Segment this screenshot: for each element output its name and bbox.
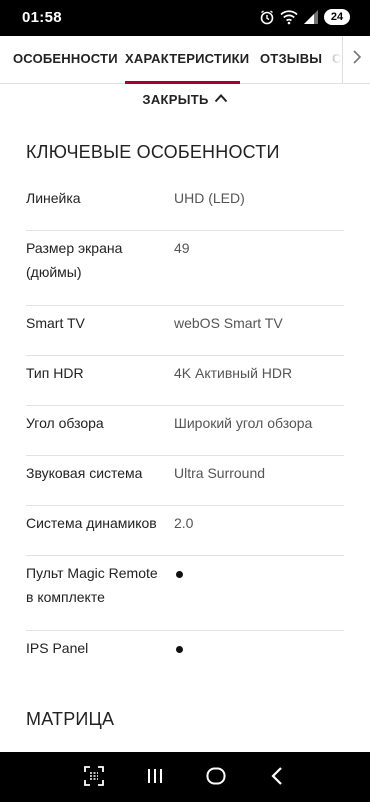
spec-row: Линейка UHD (LED) <box>26 181 344 231</box>
spec-label: Система динамиков <box>26 515 157 531</box>
spec-value <box>174 561 344 585</box>
status-icons: 24 <box>259 9 350 25</box>
spec-row: Пульт Magic Remote в комплекте <box>26 556 344 631</box>
close-label: ЗАКРЫТЬ <box>142 91 209 107</box>
spec-label: Линейка <box>26 190 81 206</box>
back-icon <box>268 766 286 791</box>
spec-value: webOS Smart TV <box>174 315 283 331</box>
wifi-icon <box>280 9 298 25</box>
section-title-matrix: МАТРИЦА <box>26 709 115 729</box>
included-dot-icon <box>176 571 183 578</box>
status-bar: 01:58 24 <box>0 0 370 36</box>
spec-label: Пульт Magic Remote в комплекте <box>26 565 158 605</box>
chevron-up-icon <box>214 90 228 108</box>
close-specs-toggle[interactable]: ЗАКРЫТЬ <box>0 88 370 110</box>
screenshot-scan-icon <box>83 765 105 792</box>
spec-row: Звуковая система Ultra Surround <box>26 456 344 506</box>
spec-row: Размер экрана (дюймы) 49 <box>26 231 344 306</box>
tab-features[interactable]: ОСОБЕННОСТИ <box>13 51 118 66</box>
tab-fade <box>322 36 342 83</box>
included-dot-icon <box>176 646 183 653</box>
spec-value: 4K Активный HDR <box>174 365 293 381</box>
status-time: 01:58 <box>22 9 62 26</box>
chevron-right-icon <box>352 50 362 69</box>
system-nav-bar <box>0 752 370 802</box>
signal-icon <box>303 9 319 25</box>
spec-value: Ultra Surround <box>174 465 266 481</box>
spec-label: Smart TV <box>26 315 85 331</box>
tab-reviews[interactable]: ОТЗЫВЫ <box>260 51 322 66</box>
spec-label: Размер экрана (дюймы) <box>26 240 123 280</box>
spec-row: Угол обзора Широкий угол обзора <box>26 406 344 456</box>
home-icon <box>205 765 227 792</box>
alarm-icon <box>259 9 275 25</box>
spec-label: Тип HDR <box>26 365 84 381</box>
tab-scroll-button[interactable] <box>342 36 370 83</box>
recents-icon <box>145 766 165 791</box>
battery-icon: 24 <box>324 9 350 25</box>
section-title-key-features: КЛЮЧЕВЫЕ ОСОБЕННОСТИ <box>26 142 280 162</box>
active-tab-indicator <box>125 81 240 84</box>
spec-label: Угол обзора <box>26 415 104 431</box>
spec-value: 49 <box>174 240 190 256</box>
home-button[interactable] <box>204 766 228 790</box>
back-button[interactable] <box>265 766 289 790</box>
spec-value: UHD (LED) <box>174 190 245 206</box>
spec-label: Звуковая система <box>26 465 143 481</box>
spec-row: Система динамиков 2.0 <box>26 506 344 556</box>
spec-value: 2.0 <box>174 515 194 531</box>
screenshot-scan-button[interactable] <box>82 765 106 792</box>
spec-value: Широкий угол обзора <box>174 415 313 431</box>
spec-row: Тип HDR 4K Активный HDR <box>26 356 344 406</box>
spec-list: Линейка UHD (LED) Размер экрана (дюймы) … <box>26 181 344 681</box>
tab-specs[interactable]: ХАРАКТЕРИСТИКИ <box>125 51 249 66</box>
spec-page: ОСОБЕННОСТИ ХАРАКТЕРИСТИКИ ОТЗЫВЫ С ЗАКР… <box>0 36 370 752</box>
recents-button[interactable] <box>143 766 167 790</box>
spec-label: IPS Panel <box>26 640 89 656</box>
spec-value <box>174 636 344 660</box>
spec-row: Smart TV webOS Smart TV <box>26 306 344 356</box>
tab-bar: ОСОБЕННОСТИ ХАРАКТЕРИСТИКИ ОТЗЫВЫ С <box>0 36 370 84</box>
spec-row: IPS Panel <box>26 631 344 681</box>
